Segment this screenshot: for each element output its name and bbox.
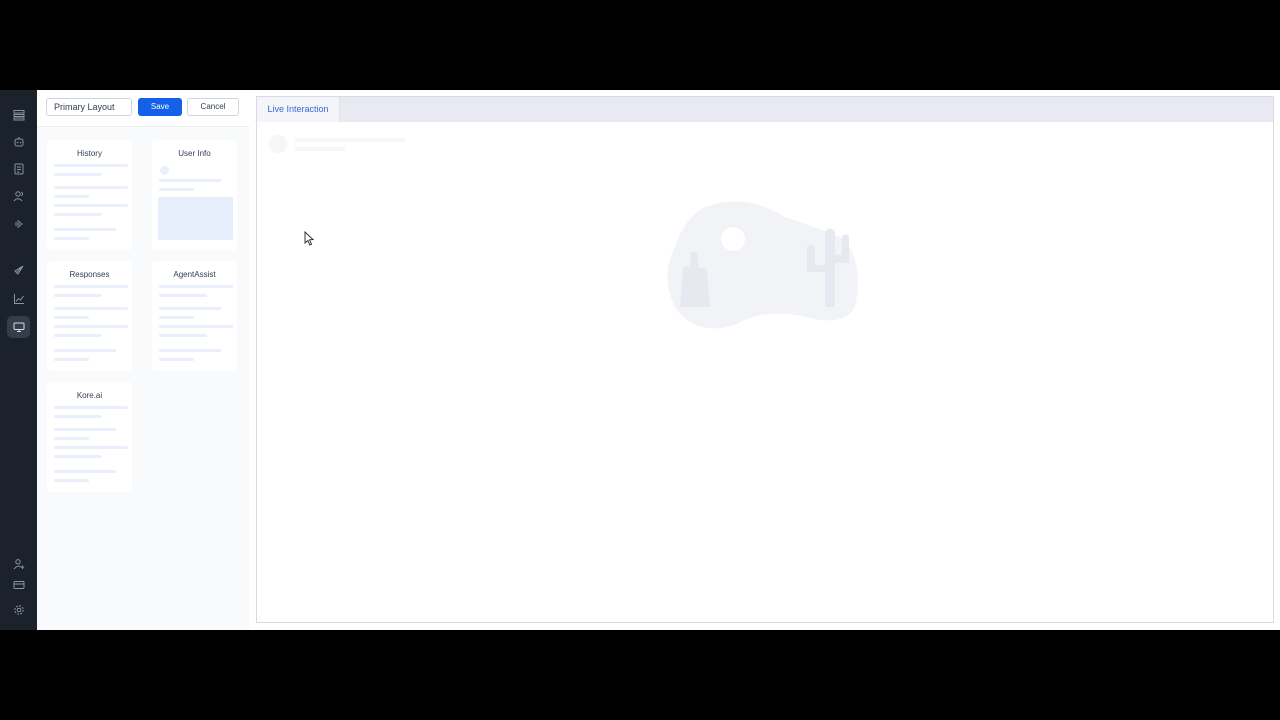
widget-title: AgentAssist <box>173 270 216 279</box>
skeleton-line <box>295 138 405 142</box>
nav-documents[interactable] <box>7 158 30 180</box>
nav-analytics[interactable] <box>7 288 30 310</box>
skeleton-avatar <box>269 135 287 153</box>
canvas-tab-bar: Live Interaction <box>257 97 1273 122</box>
layout-canvas[interactable]: Live Interaction <box>256 96 1274 623</box>
widget-kore-ai[interactable]: Kore.ai <box>47 382 132 492</box>
layers-icon <box>13 110 24 121</box>
nav-voice[interactable] <box>7 213 30 235</box>
nav-settings[interactable] <box>7 599 30 621</box>
document-icon <box>14 163 23 175</box>
widget-title: Responses <box>69 270 110 279</box>
nav-billing[interactable] <box>7 574 30 596</box>
nav-rail <box>0 90 37 630</box>
widget-history[interactable]: History <box>47 140 132 250</box>
empty-state-illustration <box>667 201 858 329</box>
widget-title: User Info <box>178 149 211 158</box>
widget-responses[interactable]: Responses <box>47 261 132 371</box>
monitor-icon <box>13 322 24 332</box>
voice-icon <box>15 220 22 228</box>
save-button[interactable]: Save <box>138 98 182 116</box>
users-icon <box>13 191 23 202</box>
nav-layers[interactable] <box>7 104 30 126</box>
widget-agent-assist[interactable]: AgentAssist <box>152 261 237 371</box>
app-window: Primary Layout Save Cancel History User … <box>0 90 1280 630</box>
analytics-icon <box>13 294 24 304</box>
nav-agents[interactable] <box>7 185 30 207</box>
cancel-button[interactable]: Cancel <box>187 98 239 116</box>
nav-bot[interactable] <box>7 131 30 153</box>
nav-user-management[interactable] <box>7 553 30 575</box>
nav-agent-desktop[interactable] <box>7 316 30 338</box>
widget-title: History <box>77 149 102 158</box>
user-add-icon <box>13 559 24 570</box>
tab-live-interaction[interactable]: Live Interaction <box>257 97 340 122</box>
layout-name-field[interactable]: Primary Layout <box>46 98 132 116</box>
layout-toolbar: Primary Layout Save Cancel <box>37 90 249 127</box>
widget-user-info[interactable]: User Info <box>152 140 237 250</box>
billing-icon <box>13 581 24 589</box>
nav-deploy[interactable] <box>7 259 30 281</box>
gear-icon <box>13 605 24 615</box>
mouse-cursor-icon <box>304 231 314 246</box>
widget-title: Kore.ai <box>76 391 103 400</box>
bot-icon <box>14 137 23 147</box>
rocket-icon <box>13 265 23 275</box>
skeleton-line <box>295 147 345 151</box>
layout-editor-panel: Primary Layout Save Cancel History User … <box>37 90 249 630</box>
